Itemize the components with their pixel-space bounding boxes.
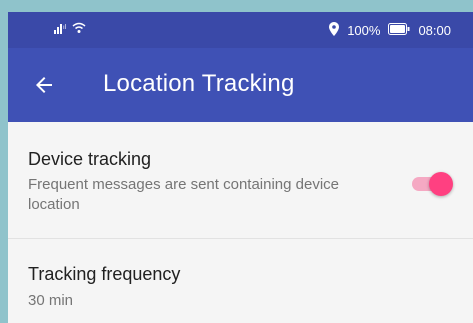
- battery-percent: 100%: [347, 22, 381, 38]
- location-pin-icon: [329, 21, 340, 39]
- device-tracking-toggle[interactable]: [412, 169, 454, 199]
- setting-title: Tracking frequency: [28, 264, 181, 284]
- svg-text:ıl: ıl: [63, 24, 67, 31]
- signal-icon: ıl: [54, 21, 68, 39]
- page-title: Location Tracking: [103, 70, 295, 97]
- app-screen: ıl 100% 08:00 Location Tracking Device t…: [8, 12, 473, 323]
- status-bar: ıl 100% 08:00: [8, 12, 473, 48]
- setting-subtitle: Frequent messages are sent containing de…: [28, 176, 340, 213]
- setting-device-tracking[interactable]: Device tracking Frequent messages are se…: [8, 122, 473, 239]
- clock: 08:00: [418, 22, 451, 38]
- app-bar: Location Tracking: [8, 48, 473, 122]
- setting-title: Device tracking: [28, 149, 152, 169]
- wifi-icon: [72, 21, 86, 39]
- setting-tracking-frequency[interactable]: Tracking frequency 30 min: [8, 240, 473, 323]
- toggle-thumb: [429, 172, 453, 196]
- battery-icon: [388, 22, 410, 38]
- arrow-back-icon[interactable]: [32, 73, 56, 97]
- setting-value: 30 min: [28, 292, 74, 309]
